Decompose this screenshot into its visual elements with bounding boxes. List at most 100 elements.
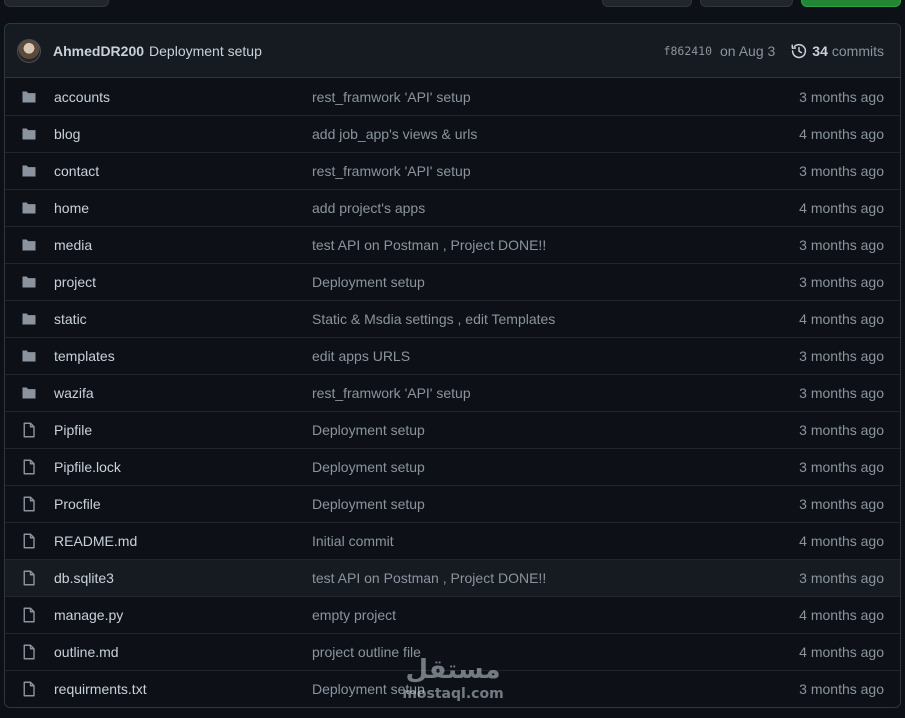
file-name-link[interactable]: README.md [54,533,312,549]
folder-icon [22,387,36,399]
file-name-link[interactable]: static [54,311,312,327]
file-commit-message-link[interactable]: add job_app's views & urls [312,126,799,142]
file-name-link[interactable]: outline.md [54,644,312,660]
file-commit-time: 4 months ago [799,311,884,327]
file-commit-message-link[interactable]: edit apps URLS [312,348,799,364]
file-name-link[interactable]: contact [54,163,312,179]
file-icon [23,459,35,475]
file-name-link[interactable]: db.sqlite3 [54,570,312,586]
file-row[interactable]: manage.py empty project 4 months ago [5,596,900,633]
file-commit-time: 3 months ago [799,681,884,697]
commits-label[interactable]: commits [832,43,884,59]
file-row[interactable]: wazifa rest_framwork 'API' setup 3 months … [5,374,900,411]
file-commit-message-link[interactable]: rest_framwork 'API' setup [312,385,799,401]
file-commit-time: 3 months ago [799,348,884,364]
file-row[interactable]: static Static & Msdia settings , edit Tem… [5,300,900,337]
file-name-link[interactable]: Procfile [54,496,312,512]
file-commit-time: 4 months ago [799,607,884,623]
file-commit-time: 4 months ago [799,126,884,142]
file-commit-time: 3 months ago [799,570,884,586]
file-commit-time: 3 months ago [799,274,884,290]
file-row[interactable]: templates edit apps URLS 3 months ago [5,337,900,374]
file-commit-time: 3 months ago [799,163,884,179]
file-commit-message-link[interactable]: project outline file [312,644,799,660]
file-icon [23,496,35,512]
file-list: accounts rest_framwork 'API' setup 3 month… [5,78,900,707]
top-toolbar [0,0,905,10]
file-row[interactable]: Procfile Deployment setup 3 months ago [5,485,900,522]
file-commit-message-link[interactable]: empty project [312,607,799,623]
file-name-link[interactable]: templates [54,348,312,364]
folder-icon [22,313,36,325]
folder-icon [22,276,36,288]
folder-icon [22,239,36,251]
file-commit-time: 3 months ago [799,88,884,105]
file-row[interactable]: README.md Initial commit 4 months ago [5,522,900,559]
file-commit-time: 4 months ago [799,200,884,216]
file-commit-message-link[interactable]: Deployment setup [312,681,799,697]
file-name-link[interactable]: media [54,237,312,253]
file-row[interactable]: requirments.txt Deployment setup 3 months … [5,670,900,707]
file-commit-time: 3 months ago [799,385,884,401]
file-commit-time: 3 months ago [799,496,884,512]
file-commit-message-link[interactable]: rest_framwork 'API' setup [312,89,799,105]
file-row[interactable]: Pipfile.lock Deployment setup 3 months ago [5,448,900,485]
file-commit-time: 3 months ago [799,237,884,253]
folder-icon [22,128,36,140]
file-commit-message-link[interactable]: test API on Postman , Project DONE!! [312,237,799,253]
file-row[interactable]: home add project's apps 4 months ago [5,189,900,226]
file-name-link[interactable]: home [54,200,312,216]
file-browser: AhmedDR200 Deployment setup f862410 on A… [4,23,901,708]
file-name-link[interactable]: project [54,274,312,290]
file-commit-message-link[interactable]: Deployment setup [312,422,799,438]
file-commit-time: 4 months ago [799,533,884,549]
file-name-link[interactable]: requirments.txt [54,681,312,697]
history-icon[interactable] [791,43,807,59]
folder-icon [22,202,36,214]
file-row[interactable]: accounts rest_framwork 'API' setup 3 month… [5,78,900,115]
file-row[interactable]: contact rest_framwork 'API' setup 3 months… [5,152,900,189]
file-commit-time: 4 months ago [799,644,884,660]
file-name-link[interactable]: accounts [54,89,312,105]
file-commit-message-link[interactable]: Deployment setup [312,459,799,475]
folder-icon [22,165,36,177]
file-commit-time: 3 months ago [799,422,884,438]
file-name-link[interactable]: Pipfile.lock [54,459,312,475]
file-commit-message-link[interactable]: Deployment setup [312,274,799,290]
file-icon [23,681,35,697]
add-file-button[interactable] [700,0,793,7]
file-commit-message-link[interactable]: Deployment setup [312,496,799,512]
file-commit-time: 3 months ago [799,459,884,475]
file-icon [23,533,35,549]
commit-date: on Aug 3 [720,42,776,59]
code-button[interactable] [801,0,901,7]
commit-sha-link[interactable]: f862410 [664,44,712,58]
latest-commit-bar: AhmedDR200 Deployment setup f862410 on A… [5,24,900,78]
folder-icon [22,350,36,362]
file-name-link[interactable]: manage.py [54,607,312,623]
commit-author-link[interactable]: AhmedDR200 [53,43,144,59]
file-name-link[interactable]: blog [54,126,312,142]
go-to-file-button[interactable] [602,0,692,7]
file-row[interactable]: project Deployment setup 3 months ago [5,263,900,300]
file-commit-message-link[interactable]: test API on Postman , Project DONE!! [312,570,799,586]
file-row[interactable]: media test API on Postman , Project DONE!… [5,226,900,263]
branch-select-button[interactable] [4,0,109,7]
file-row[interactable]: db.sqlite3 test API on Postman , Project … [5,559,900,596]
file-commit-message-link[interactable]: Initial commit [312,533,799,549]
file-row[interactable]: outline.md project outline file 4 months a… [5,633,900,670]
file-row[interactable]: blog add job_app's views & urls 4 months a… [5,115,900,152]
file-commit-message-link[interactable]: Static & Msdia settings , edit Templates [312,311,799,327]
file-icon [23,422,35,438]
file-row[interactable]: Pipfile Deployment setup 3 months ago [5,411,900,448]
file-commit-message-link[interactable]: add project's apps [312,200,799,216]
file-name-link[interactable]: wazifa [54,385,312,401]
file-icon [23,644,35,660]
commits-count[interactable]: 34 [812,43,828,59]
file-name-link[interactable]: Pipfile [54,422,312,438]
file-icon [23,607,35,623]
file-icon [23,570,35,586]
file-commit-message-link[interactable]: rest_framwork 'API' setup [312,163,799,179]
commit-message-link[interactable]: Deployment setup [149,43,262,59]
avatar[interactable] [17,38,41,63]
